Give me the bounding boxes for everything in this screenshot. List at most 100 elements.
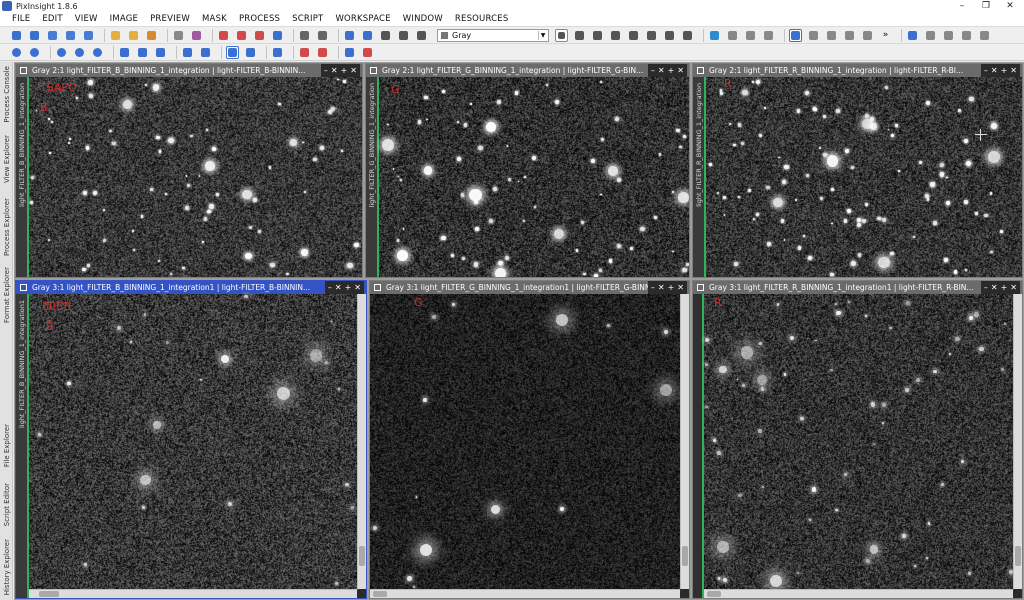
scrollbar-thumb[interactable]	[359, 546, 365, 566]
mask-show-icon[interactable]	[397, 29, 410, 42]
image-window-title[interactable]: Gray 2:1 light_FILTER_R_BINNING_1_integr…	[693, 64, 1022, 77]
window-menu-icon[interactable]	[697, 67, 704, 74]
image-window-title[interactable]: Gray 3:1 light_FILTER_R_BINNING_1_integr…	[693, 281, 1022, 294]
window-menu-icon[interactable]	[20, 284, 27, 291]
zoom-fit-icon[interactable]	[573, 29, 586, 42]
mask-select-icon[interactable]	[361, 29, 374, 42]
dock-tab-process-explorer[interactable]: Process Explorer	[0, 194, 13, 260]
image-canvas[interactable]: R	[706, 77, 1022, 277]
horizontal-scrollbar[interactable]	[29, 589, 357, 598]
zoom-in-icon[interactable]	[10, 46, 23, 59]
view-id-tab[interactable]: light_FILTER_G_BINNING_1_integration	[366, 77, 379, 277]
image-window-b-3x1[interactable]: Gray 3:1 light_FILTER_B_BINNING_1_integr…	[15, 280, 367, 599]
layout-icon[interactable]	[906, 29, 919, 42]
zoom-2-1-icon[interactable]	[73, 46, 86, 59]
stf-auto-icon[interactable]	[861, 29, 874, 42]
channel-blue-icon[interactable]	[762, 29, 775, 42]
stf-link-icon[interactable]	[825, 29, 838, 42]
screen-red-alt-icon[interactable]	[316, 46, 329, 59]
mask-invert-icon[interactable]	[379, 29, 392, 42]
move-icon[interactable]	[627, 29, 640, 42]
menu-edit[interactable]: EDIT	[36, 14, 68, 24]
navigation-icon[interactable]	[555, 28, 568, 42]
window-buttons[interactable]: –✕+✕	[647, 281, 687, 294]
image-canvas[interactable]: G	[370, 294, 682, 591]
image-canvas[interactable]: 60CB B	[29, 294, 359, 591]
zoom-out-icon[interactable]	[28, 46, 41, 59]
readout-icon[interactable]	[645, 29, 658, 42]
window-buttons[interactable]: –✕+✕	[320, 64, 360, 77]
image-canvas[interactable]: R	[704, 294, 1015, 591]
center-icon[interactable]	[609, 29, 622, 42]
view-id-tab[interactable]	[693, 294, 704, 598]
display-alt-icon[interactable]	[244, 46, 257, 59]
globe-icon[interactable]	[82, 29, 95, 42]
scrollbar-thumb[interactable]	[373, 591, 387, 597]
window-menu-icon[interactable]	[370, 67, 377, 74]
image-window-title[interactable]: Gray 2:1 light_FILTER_G_BINNING_1_integr…	[366, 64, 689, 77]
dock-tab-history-explorer[interactable]: History Explorer	[0, 536, 13, 598]
mask-rendering-select[interactable]: Gray ▼	[437, 28, 549, 42]
arrange-icon[interactable]	[960, 29, 973, 42]
channel-red-icon[interactable]	[726, 29, 739, 42]
mask-new-icon[interactable]	[343, 29, 356, 42]
close-button[interactable]: ✕	[996, 0, 1024, 12]
fit-width-icon[interactable]	[136, 46, 149, 59]
menu-resources[interactable]: RESOURCES	[449, 14, 515, 24]
iconify-icon[interactable]	[978, 29, 991, 42]
process-icon[interactable]	[46, 29, 59, 42]
view-id-tab[interactable]: light_FILTER_B_BINNING_1_integration1	[16, 294, 29, 598]
channel-rgb-icon[interactable]	[708, 29, 721, 42]
pointer-icon[interactable]	[681, 29, 694, 42]
window-menu-icon[interactable]	[20, 67, 27, 74]
menu-view[interactable]: VIEW	[69, 14, 104, 24]
display-mode-icon[interactable]	[226, 45, 239, 59]
save-as-icon[interactable]	[190, 29, 203, 42]
mask-enable-icon[interactable]	[415, 29, 428, 42]
window-fit-alt-icon[interactable]	[199, 46, 212, 59]
stf-active-icon[interactable]	[789, 28, 802, 42]
window-fit-icon[interactable]	[181, 46, 194, 59]
menu-mask[interactable]: MASK	[196, 14, 233, 24]
fit-view-icon[interactable]	[118, 46, 131, 59]
window-menu-icon[interactable]	[374, 284, 381, 291]
dock-tab-process-console[interactable]: Process Console	[0, 64, 13, 124]
stf-reset-icon[interactable]	[843, 29, 856, 42]
zoom-fit-window-icon[interactable]	[91, 46, 104, 59]
view-id-tab[interactable]: light_FILTER_R_BINNING_1_integration	[693, 77, 706, 277]
save-icon[interactable]	[28, 29, 41, 42]
image-canvas[interactable]: G	[379, 77, 689, 277]
dock-tab-format-explorer[interactable]: Format Explorer	[0, 264, 13, 326]
vertical-scrollbar[interactable]	[1013, 294, 1022, 589]
fit-height-icon[interactable]	[154, 46, 167, 59]
screen-icon[interactable]	[271, 46, 284, 59]
image-window-r-3x1[interactable]: Gray 3:1 light_FILTER_R_BINNING_1_integr…	[692, 280, 1023, 599]
redo-icon[interactable]	[316, 29, 329, 42]
view-id-tab[interactable]: light_FILTER_B_BINNING_1_integration	[16, 77, 29, 277]
screen-red-icon[interactable]	[298, 46, 311, 59]
horizontal-scrollbar[interactable]	[370, 589, 680, 598]
table-icon[interactable]	[271, 29, 284, 42]
dock-tab-file-explorer[interactable]: File Explorer	[0, 418, 13, 474]
screen-blue-icon[interactable]	[343, 46, 356, 59]
menu-script[interactable]: SCRIPT	[286, 14, 329, 24]
duplicate-icon[interactable]	[235, 29, 248, 42]
triangle-icon[interactable]	[64, 29, 77, 42]
pan-icon[interactable]	[591, 29, 604, 42]
toolbar-more-icon[interactable]: »	[879, 29, 892, 42]
close-image-icon[interactable]	[253, 29, 266, 42]
open-folder-icon[interactable]	[109, 29, 122, 42]
image-window-g-2x1[interactable]: Gray 2:1 light_FILTER_G_BINNING_1_integr…	[365, 63, 690, 278]
undo-icon[interactable]	[298, 29, 311, 42]
dock-tab-view-explorer[interactable]: View Explorer	[0, 128, 13, 190]
vertical-scrollbar[interactable]	[680, 294, 689, 589]
project-icon[interactable]	[145, 29, 158, 42]
window-buttons[interactable]: –✕+✕	[647, 64, 687, 77]
tile-icon[interactable]	[924, 29, 937, 42]
dock-tab-script-editor[interactable]: Script Editor	[0, 478, 13, 532]
scrollbar-thumb[interactable]	[707, 591, 721, 597]
image-window-g-3x1[interactable]: Gray 3:1 light_FILTER_G_BINNING_1_integr…	[369, 280, 690, 599]
open-folder-alt-icon[interactable]	[127, 29, 140, 42]
new-image-icon[interactable]	[217, 29, 230, 42]
menu-window[interactable]: WINDOW	[397, 14, 449, 24]
